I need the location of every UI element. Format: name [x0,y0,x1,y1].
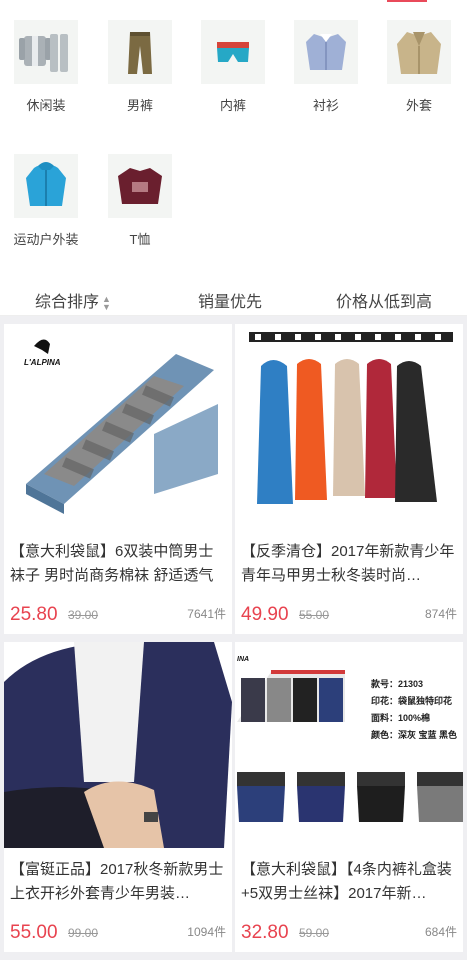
sort-arrows-icon: ▲ ▼ [102,293,111,312]
spec-code: 款号：21303 [371,679,424,689]
product-old-price: 59.00 [299,926,330,940]
price-row: 55.00 99.00 1094件 [10,920,226,944]
underwear-icon [201,20,265,84]
product-sold-count: 874件 [424,607,457,621]
spec-panel: 款号：21303 印花：袋鼠独特印花 面料：100%棉 颜色：深灰 宝蓝 黑色 [371,676,457,744]
price-row: 32.80 59.00 684件 [241,920,457,944]
spec-fabric: 面料：100%棉 [371,713,431,723]
tshirt-icon [108,154,172,218]
sort-label: 价格从低到高 [336,294,433,311]
product-price: 25.80 [10,604,58,625]
sort-sales-button[interactable]: 销量优先 [198,288,262,312]
category-label: 内裤 [219,98,246,113]
product-old-price: 99.00 [68,926,99,940]
category-label: 休闲装 [26,98,66,113]
category-item-coat[interactable]: 外套 [373,0,465,114]
product-card[interactable]: 【富铤正品】2017秋冬新款男士上衣开衫外套青少年男装… 55.00 99.00… [4,642,232,952]
category-item-casual[interactable]: 休闲装 [0,0,92,114]
spec-colors: 颜色：深灰 宝蓝 黑色 [371,730,458,740]
pants-icon [108,20,172,84]
spec-print: 印花：袋鼠独特印花 [371,696,453,706]
product-old-price: 55.00 [299,608,330,622]
brand-logo: L'ALPINA [24,358,61,367]
category-grid: 休闲装 男裤 内裤 衬衫 外套 运动户外装 T恤 [0,0,467,268]
product-price: 55.00 [10,922,58,943]
product-title: 【意大利袋鼠】【4条内裤礼盒装+5双男士丝袜】2017年新… [241,861,452,902]
sort-label: 综合排序 [35,294,100,311]
coat-icon [387,20,451,84]
sport-jacket-icon [14,154,78,218]
brand-logo: INA [237,656,250,663]
sort-price-button[interactable]: 价格从低到高 [336,288,432,312]
product-title: 【反季清仓】2017年新款青少年青年马甲男士秋冬装时尚… [241,543,455,584]
price-row: 25.80 39.00 7641件 [10,602,226,626]
casual-suit-icon [14,20,78,84]
category-item-sport[interactable]: 运动户外装 [0,134,92,248]
category-item-shirt[interactable]: 衬衫 [280,0,372,114]
product-card[interactable]: L'ALPINA 【意大利袋鼠】6双装中筒男士袜子 男时尚商务棉袜 舒适透气 2… [4,324,232,634]
product-price: 49.90 [241,604,289,625]
product-image: L'ALPINA [4,324,232,530]
category-item-tshirt[interactable]: T恤 [94,134,186,248]
product-image: INA 款号：21303 印花：袋鼠独特印花 面料：100%棉 颜色：深灰 宝蓝… [235,642,463,848]
product-title: 【富铤正品】2017秋冬新款男士上衣开衫外套青少年男装… [10,861,224,902]
shirt-icon [294,20,358,84]
category-label: T恤 [129,232,151,247]
product-sold-count: 7641件 [187,607,226,621]
sort-label: 销量优先 [198,294,263,311]
category-label: 外套 [405,98,432,113]
category-item-underwear[interactable]: 内裤 [187,0,279,114]
product-sold-count: 684件 [424,925,457,939]
sort-bar: 综合排序 ▲ ▼ 销量优先 价格从低到高 [0,280,467,316]
product-image [4,642,232,848]
product-title: 【意大利袋鼠】6双装中筒男士袜子 男时尚商务棉袜 舒适透气 [10,543,214,584]
product-price: 32.80 [241,922,289,943]
price-row: 49.90 55.00 874件 [241,602,457,626]
product-card[interactable]: INA 款号：21303 印花：袋鼠独特印花 面料：100%棉 颜色：深灰 宝蓝… [235,642,463,952]
product-grid: L'ALPINA 【意大利袋鼠】6双装中筒男士袜子 男时尚商务棉袜 舒适透气 2… [0,316,467,960]
category-item-pants[interactable]: 男裤 [94,0,186,114]
product-card[interactable]: 【反季清仓】2017年新款青少年青年马甲男士秋冬装时尚… 49.90 55.00… [235,324,463,634]
product-image [235,324,463,530]
product-old-price: 39.00 [68,608,99,622]
category-label: 衬衫 [312,98,339,113]
sort-comprehensive-button[interactable]: 综合排序 ▲ ▼ [35,288,111,312]
category-label: 运动户外装 [13,232,79,247]
product-sold-count: 1094件 [187,925,226,939]
category-label: 男裤 [126,98,153,113]
